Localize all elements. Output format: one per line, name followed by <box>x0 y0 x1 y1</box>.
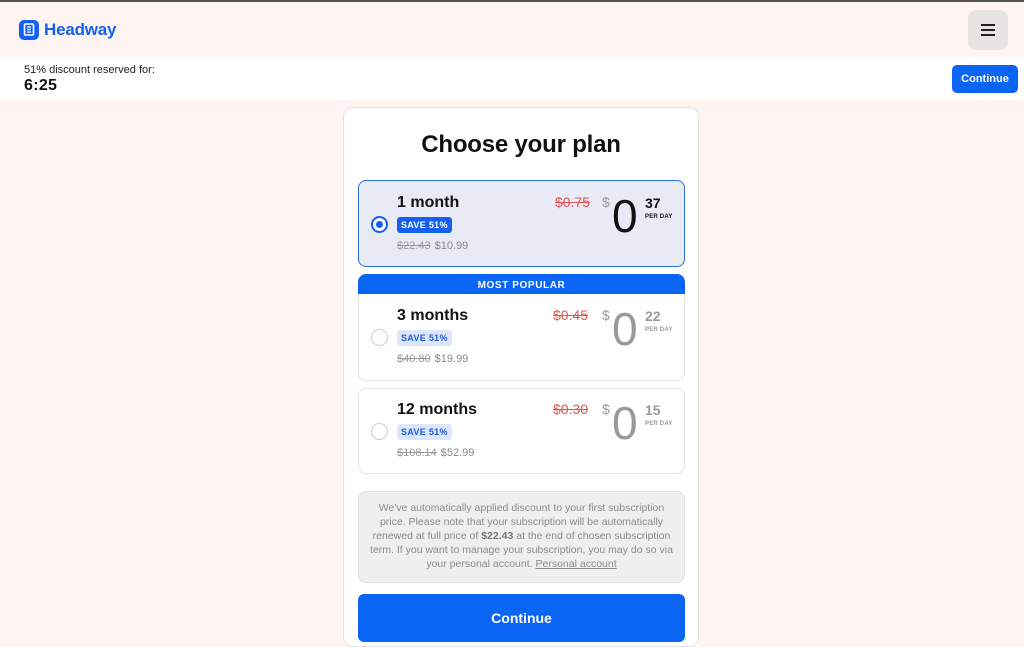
new-total-price: $10.99 <box>434 240 469 252</box>
save-badge: SAVE 51% <box>397 330 452 346</box>
plan-total-prices: $108.14 $52.99 <box>397 447 474 459</box>
per-day-cents: 22 <box>645 308 661 324</box>
plan-total-prices: $22.43 $10.99 <box>397 240 468 252</box>
per-day-label: PER DAY <box>645 327 673 333</box>
plan-option-12-months[interactable]: 12 months SAVE 51% $108.14 $52.99 $0.30 $… <box>358 388 685 474</box>
plan-name: 1 month <box>397 194 460 211</box>
per-day-whole: 0 <box>612 190 638 242</box>
per-day-label: PER DAY <box>645 421 673 427</box>
header: Headway <box>0 2 1024 57</box>
plan-name: 12 months <box>397 401 478 418</box>
old-per-day-price: $0.45 <box>553 307 589 323</box>
brand-name: Headway <box>44 19 117 39</box>
plan-option-3-months[interactable]: 3 months SAVE 51% $40.80 $19.99 $0.45 $ 0… <box>358 294 685 381</box>
save-badge: SAVE 51% <box>397 217 452 233</box>
page-title: Choose your plan <box>421 131 621 158</box>
old-per-day-price: $0.30 <box>553 401 589 417</box>
per-day-whole: 0 <box>612 397 638 449</box>
timer-info: 51% discount reserved for: 6:25 <box>24 64 155 94</box>
plan-name: 3 months <box>397 307 469 324</box>
timer-label: 51% discount reserved for: <box>24 63 155 76</box>
currency-symbol: $ <box>602 307 610 323</box>
personal-account-link[interactable]: Personal account <box>536 558 617 570</box>
plan-radio[interactable] <box>371 423 388 440</box>
notice-renewal-price: $22.43 <box>481 530 514 542</box>
per-day-cents: 37 <box>645 195 661 211</box>
old-total-price: $108.14 <box>397 447 437 459</box>
plan-option-1-month[interactable]: 1 month SAVE 51% $22.43 $10.99 $0.75 $ 0 … <box>358 180 685 267</box>
old-total-price: $40.80 <box>397 353 431 365</box>
subscription-notice: We've automatically applied discount to … <box>358 491 685 583</box>
most-popular-banner: MOST POPULAR <box>358 274 685 296</box>
new-total-price: $52.99 <box>440 447 475 459</box>
plan-radio[interactable] <box>371 216 388 233</box>
per-day-cents: 15 <box>645 402 661 418</box>
new-total-price: $19.99 <box>434 353 469 365</box>
per-day-whole: 0 <box>612 303 638 355</box>
old-per-day-price: $0.75 <box>555 194 591 210</box>
currency-symbol: $ <box>602 401 610 417</box>
currency-symbol: $ <box>602 194 610 210</box>
plan-card: Choose your plan 1 month SAVE 51% $22.43… <box>343 107 699 647</box>
book-icon <box>19 19 39 40</box>
plan-total-prices: $40.80 $19.99 <box>397 353 468 365</box>
save-badge: SAVE 51% <box>397 424 452 440</box>
per-day-label: PER DAY <box>645 214 673 220</box>
timer-continue-button[interactable]: Continue <box>952 64 1018 93</box>
timer-value: 6:25 <box>24 76 58 94</box>
hamburger-icon <box>981 23 995 36</box>
logo[interactable]: Headway <box>19 19 117 40</box>
discount-timer-bar: 51% discount reserved for: 6:25 Continue <box>0 57 1024 100</box>
menu-button[interactable] <box>968 9 1008 50</box>
plan-radio[interactable] <box>371 329 388 346</box>
old-total-price: $22.43 <box>397 240 431 252</box>
